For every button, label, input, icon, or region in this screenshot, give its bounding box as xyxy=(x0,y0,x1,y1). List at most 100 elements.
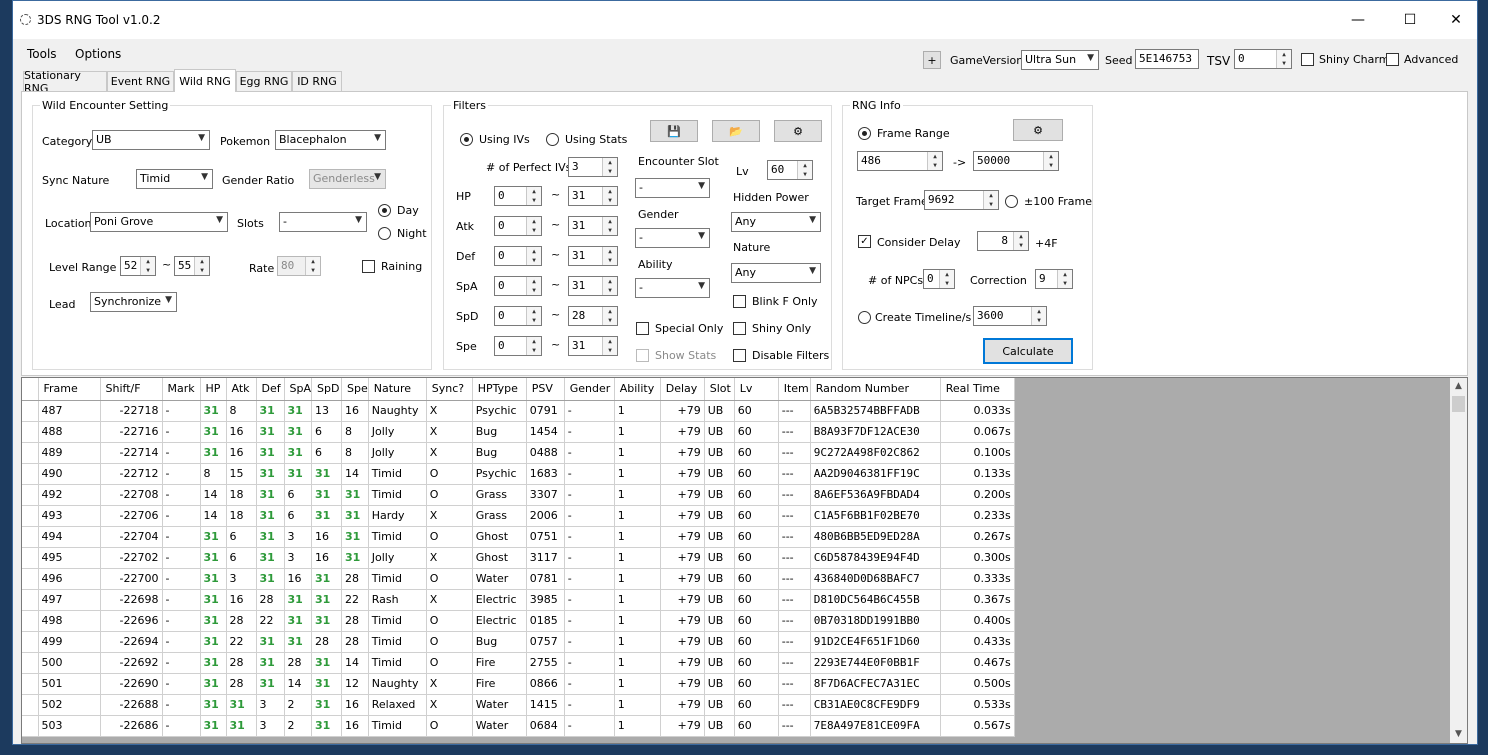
shiny-only-checkbox[interactable] xyxy=(733,322,746,335)
save-button[interactable]: 💾 xyxy=(650,120,698,142)
row-header[interactable] xyxy=(22,484,39,506)
column-header-lv[interactable]: Lv xyxy=(734,378,779,401)
menu-tools[interactable]: Tools xyxy=(27,47,57,61)
column-header-spe[interactable]: Spe xyxy=(341,378,369,401)
row-header[interactable] xyxy=(22,547,39,569)
row-header[interactable] xyxy=(22,505,39,527)
lv-stepper[interactable]: 60 ▲ ▼ xyxy=(767,160,813,180)
close-button[interactable]: ✕ xyxy=(1433,1,1479,39)
def-max-stepper[interactable]: 31 ▲ ▼ xyxy=(568,246,618,266)
table-row[interactable]: 495 -22702-31 6 31 3 16 31 Jolly X Ghost 3117-1 +79… xyxy=(22,547,1015,569)
table-row[interactable]: 494 -22704-31 6 31 3 16 31 Timid O Ghost 0751-1 +79… xyxy=(22,526,1015,548)
column-header-ability[interactable]: Ability xyxy=(614,378,661,401)
table-row[interactable]: 490 -22712-8 15 31 31 31 14 Timid O Psychic 1683-1… xyxy=(22,463,1015,485)
row-header[interactable] xyxy=(22,568,39,590)
tab-stationary-rng[interactable]: Stationary RNG xyxy=(23,69,107,95)
table-row[interactable]: 492 -22708-14 18 31 6 31 31 Timid O Grass 3307-1 +7… xyxy=(22,484,1015,506)
spa-max-stepper[interactable]: 31 ▲ ▼ xyxy=(568,276,618,296)
column-header-random-number[interactable]: Random Number xyxy=(810,378,941,401)
gender-select[interactable]: - ▼ xyxy=(635,228,710,248)
level-max-stepper[interactable]: 55 ▲ ▼ xyxy=(174,256,210,276)
table-row[interactable]: 487 -22718-31 8 31 31 13 16 Naughty X Psychic 0791… xyxy=(22,400,1015,422)
day-radio[interactable] xyxy=(378,204,391,217)
plus100-frame-radio[interactable] xyxy=(1005,195,1018,208)
rate-stepper[interactable]: 80 ▲ ▼ xyxy=(277,256,321,276)
filter-settings-button[interactable]: ⚙ xyxy=(774,120,822,142)
table-row[interactable]: 488 -22716-31 16 31 31 6 8 Jolly X Bug 1454-1 +79 UB… xyxy=(22,421,1015,443)
npcs-stepper[interactable]: 0 ▲ ▼ xyxy=(923,269,955,289)
column-header-spd[interactable]: SpD xyxy=(311,378,342,401)
game-version-select[interactable]: Ultra Sun ▼ xyxy=(1021,50,1099,70)
disable-filters-checkbox[interactable] xyxy=(733,349,746,362)
row-header[interactable] xyxy=(22,652,39,674)
spa-min-stepper[interactable]: 0 ▲ ▼ xyxy=(494,276,542,296)
scroll-thumb[interactable] xyxy=(1452,396,1465,412)
column-header-slot[interactable]: Slot xyxy=(704,378,735,401)
column-header-nature[interactable]: Nature xyxy=(368,378,427,401)
blink-f-only-checkbox[interactable] xyxy=(733,295,746,308)
raining-checkbox[interactable] xyxy=(362,260,375,273)
spd-max-stepper[interactable]: 28 ▲ ▼ xyxy=(568,306,618,326)
advanced-checkbox[interactable] xyxy=(1386,53,1399,66)
column-header-def[interactable]: Def xyxy=(256,378,285,401)
column-header-mark[interactable]: Mark xyxy=(162,378,201,401)
add-button[interactable]: + xyxy=(923,51,941,69)
encounter-slot-select[interactable]: - ▼ xyxy=(635,178,710,198)
column-header-delay[interactable]: Delay xyxy=(660,378,705,401)
calculate-button[interactable]: Calculate xyxy=(983,338,1073,364)
column-header-psv[interactable]: PSV xyxy=(526,378,565,401)
scroll-up-icon[interactable]: ▲ xyxy=(1450,378,1467,395)
row-header[interactable] xyxy=(22,631,39,653)
seed-input[interactable]: 5E146753 xyxy=(1135,49,1199,69)
row-header[interactable] xyxy=(22,526,39,548)
table-row[interactable]: 496 -22700-31 3 31 16 31 28 Timid O Water 0781-1 +7… xyxy=(22,568,1015,590)
table-row[interactable]: 502 -22688-31 31 3 2 31 16 Relaxed X Water 1415-1 +… xyxy=(22,694,1015,716)
column-header-hp[interactable]: HP xyxy=(200,378,227,401)
nature-select[interactable]: Any ▼ xyxy=(731,263,821,283)
perfect-ivs-stepper[interactable]: 3 ▲ ▼ xyxy=(568,157,618,177)
vertical-scrollbar[interactable]: ▲ ▼ xyxy=(1450,378,1467,743)
row-header[interactable] xyxy=(22,589,39,611)
frame-range-radio[interactable] xyxy=(858,127,871,140)
night-radio[interactable] xyxy=(378,227,391,240)
maximize-button[interactable]: ☐ xyxy=(1387,1,1433,39)
table-row[interactable]: 501 -22690-31 28 31 14 31 12 Naughty X Fire 0866-1… xyxy=(22,673,1015,695)
special-only-checkbox[interactable] xyxy=(636,322,649,335)
menu-options[interactable]: Options xyxy=(75,47,121,61)
tab-wild-rng[interactable]: Wild RNG xyxy=(174,69,236,92)
def-min-stepper[interactable]: 0 ▲ ▼ xyxy=(494,246,542,266)
tab-id-rng[interactable]: ID RNG xyxy=(292,71,342,91)
column-header-hptype[interactable]: HPType xyxy=(472,378,527,401)
category-select[interactable]: UB ▼ xyxy=(92,130,210,150)
table-row[interactable]: 500 -22692-31 28 31 28 31 14 Timid O Fire 2755-1 +7… xyxy=(22,652,1015,674)
table-row[interactable]: 503 -22686-31 31 3 2 31 16 Timid O Water 0684-1 +79… xyxy=(22,715,1015,737)
using-stats-radio[interactable] xyxy=(546,133,559,146)
open-button[interactable]: 📂 xyxy=(712,120,760,142)
table-row[interactable]: 493 -22706-14 18 31 6 31 31 Hardy X Grass 2006-1 +7… xyxy=(22,505,1015,527)
column-header-frame[interactable]: Frame xyxy=(38,378,101,401)
minimize-button[interactable]: — xyxy=(1335,1,1381,39)
column-header-gender[interactable]: Gender xyxy=(564,378,615,401)
rng-settings-button[interactable]: ⚙ xyxy=(1013,119,1063,141)
location-select[interactable]: Poni Grove ▼ xyxy=(90,212,228,232)
table-row[interactable]: 498 -22696-31 28 22 31 31 28 Timid O Electric 0185… xyxy=(22,610,1015,632)
column-header-atk[interactable]: Atk xyxy=(226,378,257,401)
gender-ratio-select[interactable]: Genderless ▼ xyxy=(309,169,386,189)
scroll-down-icon[interactable]: ▼ xyxy=(1450,726,1467,743)
slots-select[interactable]: - ▼ xyxy=(279,212,367,232)
row-header[interactable] xyxy=(22,400,39,422)
frame-min-stepper[interactable]: 486 ▲ ▼ xyxy=(857,151,943,171)
row-header[interactable] xyxy=(22,673,39,695)
show-stats-checkbox[interactable] xyxy=(636,349,649,362)
sync-nature-select[interactable]: Timid ▼ xyxy=(136,169,213,189)
row-header[interactable] xyxy=(22,442,39,464)
lead-select[interactable]: Synchronize ▼ xyxy=(90,292,177,312)
consider-delay-checkbox[interactable]: ✓ xyxy=(858,235,871,248)
pokemon-select[interactable]: Blacephalon ▼ xyxy=(275,130,386,150)
ability-select[interactable]: - ▼ xyxy=(635,278,710,298)
correction-stepper[interactable]: 9 ▲ ▼ xyxy=(1035,269,1073,289)
spe-min-stepper[interactable]: 0 ▲ ▼ xyxy=(494,336,542,356)
row-header[interactable] xyxy=(22,421,39,443)
row-header[interactable] xyxy=(22,715,39,737)
results-grid[interactable]: Frame Shift/F Mark HP Atk Def SpA SpD Spe Nature S… xyxy=(21,377,1468,744)
